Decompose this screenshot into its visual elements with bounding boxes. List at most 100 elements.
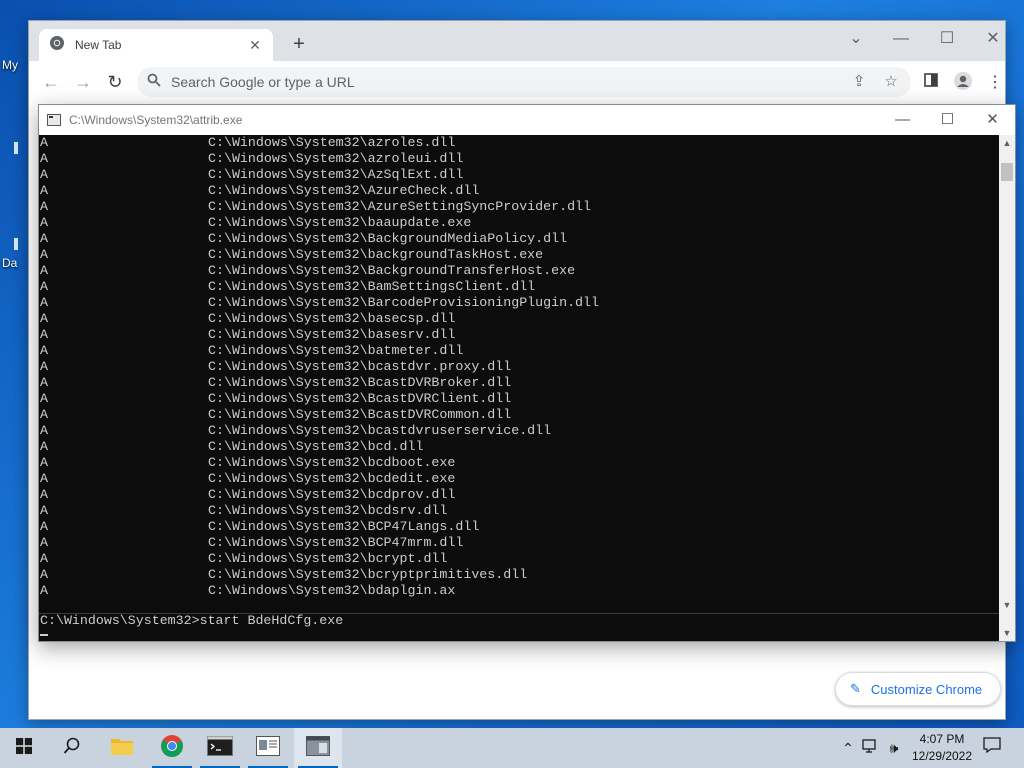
network-icon[interactable] bbox=[861, 738, 881, 758]
file-path: C:\Windows\System32\AzSqlExt.dll bbox=[208, 167, 464, 182]
chrome-logo-icon bbox=[49, 35, 65, 56]
console-line: A C:\Windows\System32\bcrypt.dll bbox=[40, 551, 599, 567]
console-line: A C:\Windows\System32\basecsp.dll bbox=[40, 311, 599, 327]
file-attribute: A bbox=[40, 583, 48, 598]
file-path: C:\Windows\System32\BCP47Langs.dll bbox=[208, 519, 480, 534]
file-path: C:\Windows\System32\AzureCheck.dll bbox=[208, 183, 480, 198]
file-attribute: A bbox=[40, 311, 48, 326]
tab-search-icon[interactable]: ⌄ bbox=[841, 27, 871, 51]
vertical-scrollbar[interactable]: ▲ ▼ ▼ bbox=[999, 135, 1015, 641]
minimize-icon[interactable]: — bbox=[886, 27, 916, 51]
file-path: C:\Windows\System32\BcastDVRClient.dll bbox=[208, 391, 512, 406]
file-attribute: A bbox=[40, 343, 48, 358]
console-line: A C:\Windows\System32\basesrv.dll bbox=[40, 327, 599, 343]
file-attribute: A bbox=[40, 135, 48, 150]
console-titlebar[interactable]: C:\Windows\System32\attrib.exe — ☐ ✕ bbox=[39, 105, 1015, 135]
forward-icon[interactable]: → bbox=[71, 70, 95, 94]
desktop-icon-label[interactable]: My bbox=[2, 58, 18, 72]
chrome-toolbar: ← → ↻ Search Google or type a URL ⇪ ☆ ⋮ bbox=[29, 61, 1005, 103]
file-path: C:\Windows\System32\AzureSettingSyncProv… bbox=[208, 199, 592, 214]
file-path: C:\Windows\System32\basecsp.dll bbox=[208, 311, 456, 326]
window-taskbar-button[interactable] bbox=[244, 728, 292, 768]
console-output[interactable]: A C:\Windows\System32\azroles.dll A C:\Wind… bbox=[39, 135, 999, 641]
file-path: C:\Windows\System32\bcdsrv.dll bbox=[208, 503, 448, 518]
console-line: A C:\Windows\System32\baaupdate.exe bbox=[40, 215, 599, 231]
share-icon[interactable]: ⇪ bbox=[847, 70, 871, 94]
console-window: C:\Windows\System32\attrib.exe — ☐ ✕ A C:… bbox=[38, 104, 1016, 642]
console-line: A C:\Windows\System32\azroles.dll bbox=[40, 135, 599, 151]
pencil-icon: ✎ bbox=[850, 681, 861, 696]
file-attribute: A bbox=[40, 567, 48, 582]
desktop-icon[interactable] bbox=[14, 238, 18, 250]
console-title: C:\Windows\System32\attrib.exe bbox=[69, 113, 243, 127]
scroll-up-icon[interactable]: ▲ bbox=[999, 135, 1015, 151]
file-attribute: A bbox=[40, 359, 48, 374]
console-line: A C:\Windows\System32\bcdprov.dll bbox=[40, 487, 599, 503]
start-button[interactable] bbox=[0, 728, 48, 768]
console-line: A C:\Windows\System32\AzureCheck.dll bbox=[40, 183, 599, 199]
chrome-taskbar-button[interactable] bbox=[148, 728, 196, 768]
tab-new-tab[interactable]: New Tab ✕ bbox=[39, 29, 273, 61]
volume-icon[interactable]: 🕪 bbox=[884, 738, 904, 758]
omnibox-placeholder: Search Google or type a URL bbox=[171, 74, 355, 90]
scroll-down-icon[interactable]: ▼ bbox=[999, 597, 1015, 613]
taskbar-clock[interactable]: 4:07 PM 12/29/2022 bbox=[904, 731, 980, 765]
maximize-icon[interactable]: ☐ bbox=[932, 27, 962, 51]
file-attribute: A bbox=[40, 263, 48, 278]
console-line: A C:\Windows\System32\bcdboot.exe bbox=[40, 455, 599, 471]
file-path: C:\Windows\System32\BcastDVRBroker.dll bbox=[208, 375, 512, 390]
file-path: C:\Windows\System32\basesrv.dll bbox=[208, 327, 456, 342]
file-path: C:\Windows\System32\bcryptprimitives.dll bbox=[208, 567, 528, 582]
file-path: C:\Windows\System32\bcrypt.dll bbox=[208, 551, 448, 566]
console-line: A C:\Windows\System32\AzSqlExt.dll bbox=[40, 167, 599, 183]
file-attribute: A bbox=[40, 487, 48, 502]
reload-icon[interactable]: ↻ bbox=[103, 70, 127, 94]
file-path: C:\Windows\System32\BCP47mrm.dll bbox=[208, 535, 464, 550]
taskbar: ⌃ 🕪 4:07 PM 12/29/2022 bbox=[0, 728, 1024, 768]
omnibox[interactable]: Search Google or type a URL ⇪ ☆ bbox=[137, 67, 911, 97]
file-path: C:\Windows\System32\BarcodeProvisioningP… bbox=[208, 295, 599, 310]
file-path: C:\Windows\System32\backgroundTaskHost.e… bbox=[208, 247, 544, 262]
file-path: C:\Windows\System32\BackgroundMediaPolic… bbox=[208, 231, 568, 246]
bookmark-star-icon[interactable]: ☆ bbox=[879, 70, 903, 94]
file-attribute: A bbox=[40, 183, 48, 198]
file-path: C:\Windows\System32\batmeter.dll bbox=[208, 343, 464, 358]
scroll-thumb[interactable] bbox=[1001, 163, 1013, 181]
chevron-up-icon[interactable]: ⌃ bbox=[838, 738, 858, 758]
console-line: A C:\Windows\System32\backgroundTaskHost.… bbox=[40, 247, 599, 263]
console-line: A C:\Windows\System32\bcdedit.exe bbox=[40, 471, 599, 487]
more-menu-icon[interactable]: ⋮ bbox=[983, 71, 1007, 95]
notification-icon[interactable] bbox=[980, 736, 1004, 760]
file-path: C:\Windows\System32\bcastdvr.proxy.dll bbox=[208, 359, 512, 374]
terminal-taskbar-button[interactable] bbox=[196, 728, 244, 768]
file-path: C:\Windows\System32\azroles.dll bbox=[208, 135, 456, 150]
console-line: A C:\Windows\System32\BCP47Langs.dll bbox=[40, 519, 599, 535]
scroll-down-icon[interactable]: ▼ bbox=[999, 625, 1015, 641]
file-path: C:\Windows\System32\bcastdvruserservice.… bbox=[208, 423, 552, 438]
file-path: C:\Windows\System32\bcd.dll bbox=[208, 439, 424, 454]
file-attribute: A bbox=[40, 471, 48, 486]
close-icon[interactable]: ✕ bbox=[978, 27, 1008, 51]
maximize-icon[interactable]: ☐ bbox=[925, 105, 970, 135]
file-explorer-button[interactable] bbox=[98, 728, 146, 768]
desktop-icon[interactable] bbox=[14, 142, 18, 154]
file-attribute: A bbox=[40, 407, 48, 422]
new-tab-button[interactable]: + bbox=[287, 33, 311, 57]
console-line: A C:\Windows\System32\bcdsrv.dll bbox=[40, 503, 599, 519]
search-button[interactable] bbox=[48, 728, 96, 768]
back-icon[interactable]: ← bbox=[39, 70, 63, 94]
close-icon[interactable]: ✕ bbox=[970, 105, 1015, 135]
close-tab-icon[interactable]: ✕ bbox=[247, 37, 263, 54]
customize-chrome-button[interactable]: ✎ Customize Chrome bbox=[835, 672, 1001, 706]
desktop-icon-label[interactable]: Da bbox=[2, 256, 17, 270]
side-panel-icon[interactable] bbox=[919, 71, 943, 95]
clock-date: 12/29/2022 bbox=[911, 749, 973, 763]
console-line: A C:\Windows\System32\BamSettingsClient.d… bbox=[40, 279, 599, 295]
console-line: A C:\Windows\System32\batmeter.dll bbox=[40, 343, 599, 359]
console-taskbar-button[interactable] bbox=[294, 728, 342, 768]
console-lines: A C:\Windows\System32\azroles.dll A C:\Wind… bbox=[40, 135, 599, 599]
profile-avatar-icon[interactable] bbox=[951, 71, 975, 95]
file-attribute: A bbox=[40, 503, 48, 518]
customize-chrome-label: Customize Chrome bbox=[870, 681, 983, 697]
minimize-icon[interactable]: — bbox=[880, 105, 925, 135]
